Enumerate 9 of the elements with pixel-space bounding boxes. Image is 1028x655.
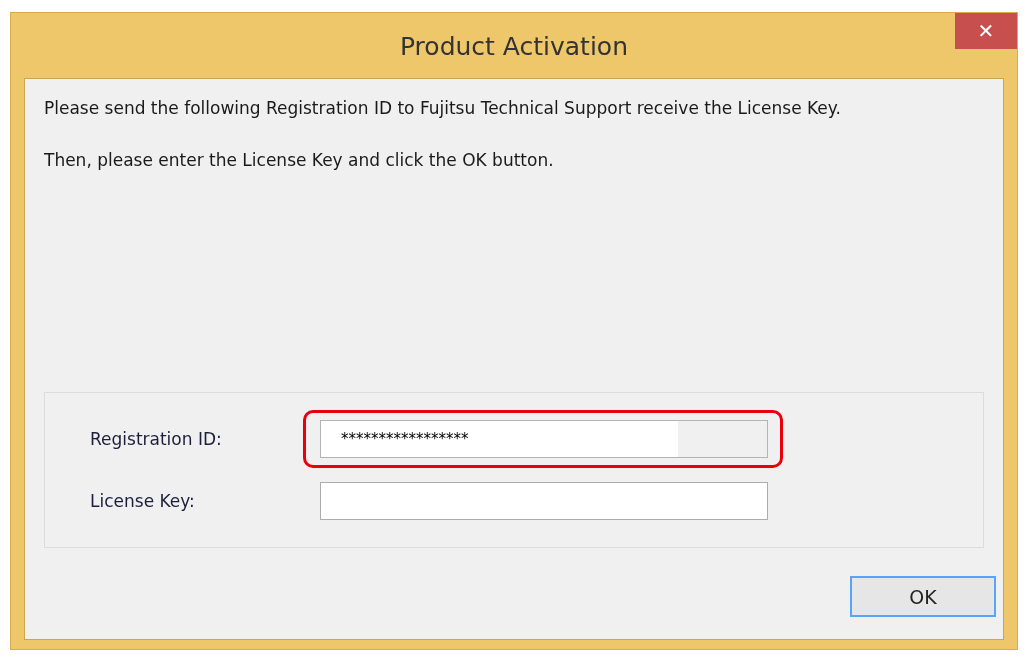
readonly-field[interactable]: ***************** [320, 420, 768, 458]
field-label: License Key: [90, 491, 196, 511]
instruction-text: Please send the following Registration ID to Fujitsu Technical Support receive the License Key. [44, 97, 842, 120]
window-title: Product Activation [400, 31, 628, 61]
ok-button[interactable]: OK [850, 576, 996, 617]
close-button[interactable]: ✕ [955, 13, 1017, 49]
input-field[interactable] [320, 482, 768, 520]
field-label: Registration ID: [90, 429, 223, 449]
instruction-text: Then, please enter the License Key and click the OK button. [44, 149, 555, 172]
